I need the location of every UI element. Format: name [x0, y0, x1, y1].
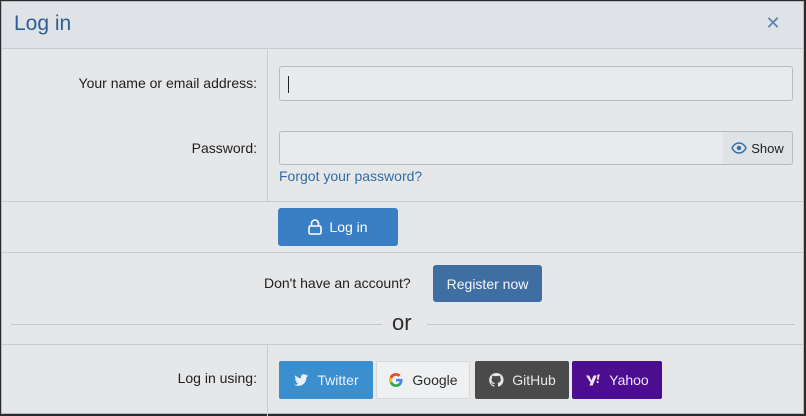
no-account-text: Don't have an account?: [264, 275, 411, 291]
forgot-password-link[interactable]: Forgot your password?: [279, 168, 422, 184]
dialog-header: Log in ✕: [2, 2, 803, 49]
lock-icon: [308, 219, 323, 235]
username-label: Your name or email address:: [78, 75, 257, 91]
login-button[interactable]: Log in: [278, 208, 398, 246]
login-dialog: Log in ✕ Your name or email address: Pas…: [1, 1, 804, 416]
yahoo-login-button[interactable]: Yahoo: [572, 361, 662, 399]
google-login-label: Google: [412, 372, 458, 388]
username-input[interactable]: [279, 66, 793, 101]
google-icon: [389, 373, 403, 388]
close-icon[interactable]: ✕: [763, 14, 783, 34]
twitter-login-label: Twitter: [317, 372, 359, 388]
google-login-button[interactable]: Google: [376, 361, 470, 399]
github-login-button[interactable]: GitHub: [475, 361, 569, 399]
dialog-title: Log in: [14, 12, 72, 35]
login-button-label: Log in: [329, 219, 368, 235]
eye-icon: [731, 142, 748, 154]
or-separator-left: [11, 324, 382, 325]
form-footer-divider: [2, 201, 803, 202]
show-password-button[interactable]: Show: [723, 131, 793, 165]
twitter-icon: [294, 374, 309, 386]
text-caret: [288, 76, 289, 93]
yahoo-icon: [586, 374, 601, 386]
register-button[interactable]: Register now: [433, 265, 542, 302]
github-icon: [489, 372, 504, 387]
section-divider: [2, 252, 803, 253]
twitter-login-button[interactable]: Twitter: [279, 361, 373, 399]
github-login-label: GitHub: [512, 372, 556, 388]
form-column-divider: [267, 50, 268, 202]
password-label: Password:: [191, 140, 257, 156]
yahoo-login-label: Yahoo: [609, 372, 649, 388]
or-separator-text: or: [392, 310, 412, 335]
social-login-label: Log in using:: [177, 370, 257, 386]
or-separator-right: [427, 324, 795, 325]
password-input[interactable]: [279, 131, 724, 165]
social-column-divider: [267, 345, 268, 416]
social-divider: [2, 344, 803, 345]
show-password-label: Show: [751, 140, 784, 156]
